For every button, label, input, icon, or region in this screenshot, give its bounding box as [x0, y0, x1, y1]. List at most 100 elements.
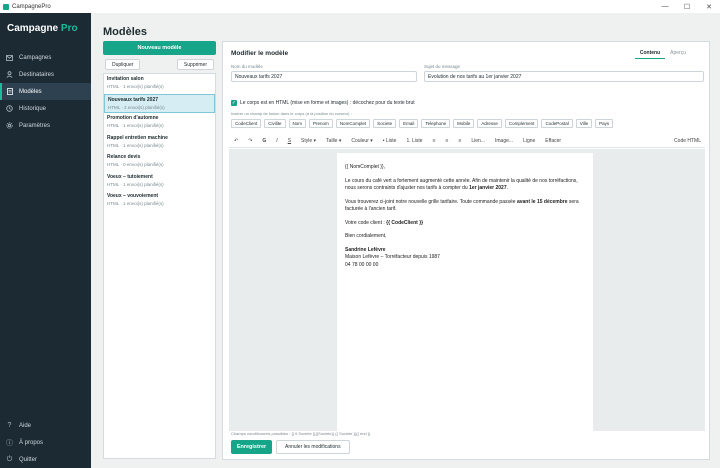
- color-dropdown[interactable]: Couleur ▾: [351, 138, 372, 144]
- page-title: Modèles: [103, 26, 148, 38]
- sidebar-item-label: Campagnes: [19, 54, 52, 61]
- cancel-changes-button[interactable]: Annuler les modifications: [276, 440, 350, 454]
- style-dropdown[interactable]: Style ▾: [301, 138, 316, 144]
- merge-field-civilite[interactable]: Civilite: [264, 119, 286, 128]
- merge-field-nomcomplet[interactable]: NomComplet: [335, 119, 371, 128]
- list-item[interactable]: Rappel entretien machine HTML · 1 envoi(…: [104, 133, 215, 153]
- merge-field-adresse[interactable]: Adresse: [477, 119, 502, 128]
- image-button[interactable]: Image...: [495, 138, 513, 144]
- brand-logo: Campagne Pro: [0, 13, 91, 49]
- merge-field-prenom[interactable]: Prenom: [309, 119, 333, 128]
- template-name: Nouveaux tarifs 2027: [108, 96, 159, 103]
- sidebar-item-label: Paramètres: [19, 122, 51, 129]
- merge-field-email[interactable]: Email: [399, 119, 419, 128]
- merge-field-mobile[interactable]: Mobile: [453, 119, 475, 128]
- bullet-list-button[interactable]: • Liste: [383, 138, 397, 144]
- sidebar-item-quitter[interactable]: ⏻ Quitter: [0, 451, 91, 468]
- main-content: Modèles Nouveau modèle Dupliquer Supprim…: [91, 13, 720, 468]
- subject-field[interactable]: Evolution de nos tarifs au 1er janvier 2…: [424, 71, 704, 82]
- html-body-checkbox[interactable]: ✓ Le corps est en HTML (mise en forme et…: [231, 100, 415, 106]
- sidebar-item-historique[interactable]: Historique: [0, 100, 91, 117]
- minimize-button[interactable]: —: [654, 3, 676, 11]
- tab-apercu[interactable]: Aperçu: [665, 50, 691, 59]
- html-code-button[interactable]: Code HTML: [674, 138, 701, 144]
- rich-text-toolbar: ↶ ↷ G I S Style ▾ Taille ▾ Couleur ▾ • L…: [229, 135, 705, 148]
- template-name: Rappel entretien machine: [107, 134, 168, 141]
- sidebar-item-label: Historique: [19, 105, 47, 112]
- merge-field-ville[interactable]: Ville: [575, 119, 593, 128]
- template-actions: Dupliquer Supprimer: [103, 59, 216, 70]
- merge-field-codepostal[interactable]: CodePostal: [541, 119, 573, 128]
- editor-canvas[interactable]: {{ NomComplet }}, Le cours du café vert …: [229, 149, 705, 432]
- list-item[interactable]: Invitation salon HTML · 1 envoi(s) plani…: [104, 74, 215, 94]
- template-name: Relance devis: [107, 154, 141, 160]
- close-button[interactable]: ✕: [698, 3, 720, 11]
- bold-button[interactable]: G: [262, 138, 266, 144]
- sidebar-item-label: Destinataires: [19, 71, 55, 78]
- sidebar-item-destinataires[interactable]: Destinataires: [0, 66, 91, 83]
- merge-field-nom[interactable]: Nom: [288, 119, 307, 128]
- history-icon: [6, 105, 13, 112]
- email-body-document[interactable]: {{ NomComplet }}, Le cours du café vert …: [337, 153, 593, 432]
- redo-icon[interactable]: ↷: [248, 138, 252, 144]
- template-name-field[interactable]: Nouveaux tarifs 2027: [231, 71, 417, 82]
- sidebar-item-apropos[interactable]: ⓘ À propos: [0, 434, 91, 451]
- new-template-button[interactable]: Nouveau modèle: [103, 41, 216, 55]
- maximize-button[interactable]: ☐: [676, 3, 698, 11]
- sidebar: Campagne Pro Campagnes Destinataires Mod…: [0, 13, 91, 468]
- signature-company: Maison Lefèvre – Torréfacteur depuis 198…: [345, 254, 440, 260]
- gear-icon: [6, 122, 13, 129]
- sidebar-item-campagnes[interactable]: Campagnes: [0, 49, 91, 66]
- client-code-line: Votre code client : {{ CodeClient }}: [345, 219, 424, 226]
- window-title: CampagnePro: [12, 3, 51, 10]
- list-item[interactable]: Relance devis HTML · 0 envoi(s) planifié…: [104, 152, 215, 172]
- italic-button[interactable]: I: [276, 138, 277, 144]
- power-icon: ⏻: [6, 455, 13, 463]
- body-paragraph-2: Vous trouverez ci-joint notre nouvelle g…: [345, 198, 579, 213]
- conditional-fields-hint: Champs conditionnels possibles : {{ if S…: [231, 431, 371, 436]
- line-button[interactable]: Ligne: [523, 138, 535, 144]
- signature-phone: 04 78 00 00 00: [345, 261, 379, 268]
- template-name: Invitation salon: [107, 76, 144, 82]
- align-left-icon[interactable]: ≡: [433, 138, 436, 144]
- align-right-icon[interactable]: ≡: [458, 138, 461, 144]
- template-name: Promotion d'automne: [107, 115, 159, 121]
- numbered-list-button[interactable]: 1. Liste: [406, 138, 422, 144]
- sidebar-item-label: Aide: [19, 422, 32, 429]
- brand-main: Campagne: [7, 23, 59, 34]
- sidebar-item-label: Quitter: [19, 456, 38, 463]
- template-meta: HTML · 1 envoi(s) planifié(s): [107, 123, 164, 128]
- link-button[interactable]: Lien...: [471, 138, 485, 144]
- merge-field-codeclient[interactable]: CodeClient: [231, 119, 262, 128]
- merge-field-telephone[interactable]: Telephone: [421, 119, 451, 128]
- template-list: Invitation salon HTML · 1 envoi(s) plani…: [103, 73, 216, 459]
- underline-button[interactable]: S: [288, 138, 291, 144]
- duplicate-button[interactable]: Dupliquer: [105, 59, 141, 70]
- size-dropdown[interactable]: Taille ▾: [326, 138, 341, 144]
- merge-field-societe[interactable]: Societe: [373, 119, 397, 128]
- clear-format-button[interactable]: Effacer: [545, 138, 561, 144]
- list-item[interactable]: Voeux – vouvoiement HTML · 1 envoi(s) pl…: [104, 191, 215, 211]
- sidebar-item-parametres[interactable]: Paramètres: [0, 117, 91, 134]
- template-icon: [6, 88, 13, 95]
- greeting-text: {{ NomComplet }},: [345, 164, 386, 170]
- sidebar-item-modeles[interactable]: Modèles: [0, 83, 91, 100]
- list-item[interactable]: Voeux – tutoiement HTML · 1 envoi(s) pla…: [104, 172, 215, 192]
- list-item-selected[interactable]: Nouveaux tarifs 2027 HTML · 2 envoi(s) p…: [104, 93, 215, 113]
- window-controls: — ☐ ✕: [654, 3, 720, 11]
- sidebar-item-aide[interactable]: ? Aide: [0, 417, 91, 434]
- undo-icon[interactable]: ↶: [234, 138, 238, 144]
- delete-button[interactable]: Supprimer: [176, 59, 214, 70]
- merge-field-pays[interactable]: Pays: [595, 119, 614, 128]
- tab-contenu[interactable]: Contenu: [634, 50, 666, 59]
- template-meta: HTML · 1 envoi(s) planifié(s): [107, 201, 164, 206]
- template-meta: HTML · 1 envoi(s) planifié(s): [107, 142, 164, 148]
- brand-accent: Pro: [60, 23, 78, 34]
- list-item[interactable]: Promotion d'automne HTML · 1 envoi(s) pl…: [104, 113, 215, 133]
- template-meta: HTML · 0 envoi(s) planifié(s): [107, 162, 164, 167]
- sidebar-item-label: À propos: [19, 439, 44, 446]
- merge-field-complement[interactable]: Complement: [504, 119, 539, 128]
- template-name: Voeux – vouvoiement: [107, 193, 159, 199]
- align-center-icon[interactable]: ≡: [446, 138, 449, 144]
- save-button[interactable]: Enregistrer: [231, 440, 272, 454]
